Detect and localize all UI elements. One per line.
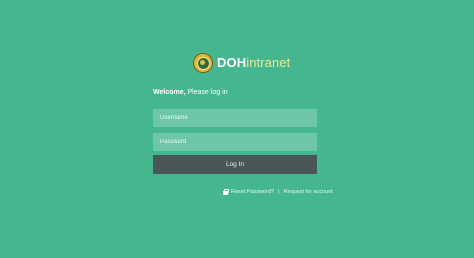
brand-title-part2: intranet (246, 55, 291, 70)
username-input[interactable] (153, 109, 317, 127)
lock-icon (223, 189, 229, 195)
site-logo: DOHintranet (193, 52, 290, 74)
brand-title: DOHintranet (217, 52, 290, 74)
welcome-rest: Please log in (185, 89, 228, 96)
password-input[interactable] (153, 133, 317, 151)
request-account-link[interactable]: Request for account (284, 189, 333, 195)
welcome-message: Welcome, Please log in (153, 88, 228, 98)
links-separator: | (278, 189, 280, 195)
welcome-strong: Welcome, (153, 89, 186, 96)
doh-seal-icon (193, 53, 213, 73)
account-links: Reset Password? | Request for account (223, 187, 333, 197)
login-button[interactable]: Log In (153, 155, 317, 174)
brand-title-part1: DOH (217, 55, 247, 70)
reset-password-link[interactable]: Reset Password? (231, 189, 274, 195)
